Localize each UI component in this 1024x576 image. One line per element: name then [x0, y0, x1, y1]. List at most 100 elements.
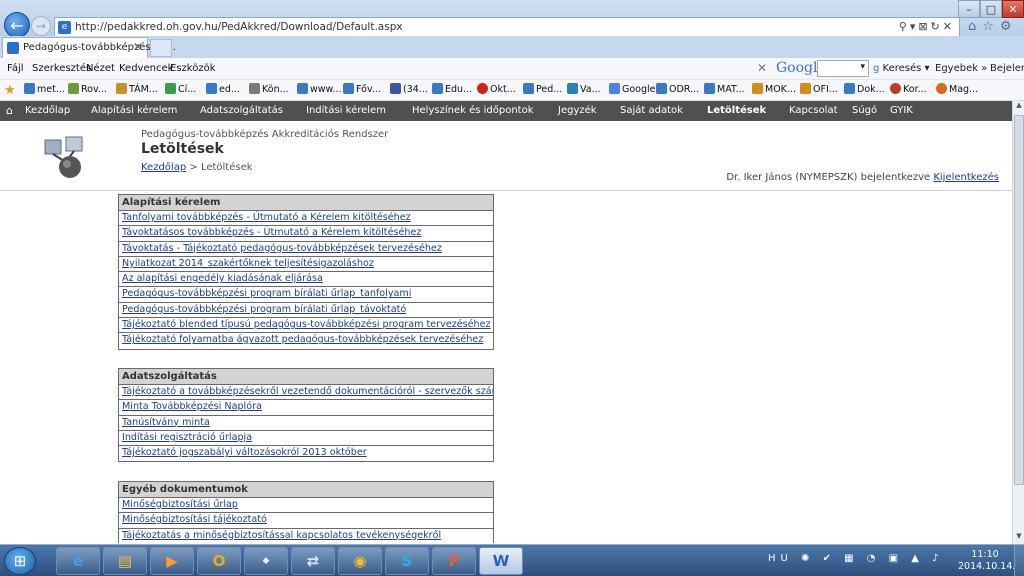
page-icon [249, 83, 260, 94]
fav-item[interactable]: Dok... [844, 83, 885, 95]
downloads-content: Alapítási kérelem Tanfolyami továbbképzé… [0, 192, 1012, 543]
nav-sajat-adatok[interactable]: Saját adatok [620, 105, 683, 116]
download-link[interactable]: Távoktatásos továbbképzés - Útmutató a K… [122, 227, 421, 238]
fav-item[interactable]: www... [297, 83, 342, 95]
google-search-button[interactable]: g Keresés ▾ [873, 63, 930, 74]
fav-item[interactable]: ODR... [656, 83, 699, 95]
back-button[interactable]: ← [4, 12, 30, 38]
taskbar-sync-icon[interactable]: ⇄ [291, 547, 335, 575]
nav-inditasi-kerelem[interactable]: Indítási kérelem [306, 105, 386, 116]
download-link[interactable]: Tanúsítvány minta [122, 417, 210, 428]
fav-item[interactable]: Mag... [936, 83, 978, 95]
menu-file[interactable]: Fájl [7, 63, 24, 74]
google-search-input[interactable]: ▾ [817, 60, 869, 77]
download-link[interactable]: Tájékoztató blended típusú pedagógus-tov… [122, 319, 491, 330]
fav-item[interactable]: Ped... [523, 83, 562, 95]
taskbar-media-icon[interactable]: ▶ [150, 547, 194, 575]
fav-item[interactable]: Google [609, 83, 656, 95]
forward-button[interactable]: → [31, 16, 51, 36]
show-desktop-button[interactable] [1014, 545, 1024, 576]
fav-item[interactable]: Kön... [249, 83, 289, 95]
clock[interactable]: 11:10 2014.10.14. [958, 549, 1015, 573]
tab-close-icon[interactable]: ✕ [133, 40, 143, 54]
download-link[interactable]: Tájékoztató folyamatba ágyazott pedagógu… [122, 334, 483, 345]
tab-active[interactable]: Pedagógus-továbbképzés Ak... ✕ [2, 37, 176, 58]
tab-bar: Pedagógus-továbbképzés Ak... ✕ [0, 36, 1024, 58]
window-close-button[interactable]: ✕ [1002, 0, 1024, 18]
vertical-scrollbar[interactable]: ▲ ▼ [1012, 101, 1024, 544]
scroll-up-icon[interactable]: ▲ [1014, 101, 1024, 113]
list-item: Nyilatkozat 2014_szakértőknek teljesítés… [119, 257, 493, 273]
nav-letoltesek[interactable]: Letöltések [707, 105, 766, 116]
address-url[interactable]: http://pedakkred.oh.gov.hu/PedAkkred/Dow… [75, 21, 403, 33]
home-icon[interactable]: ⌂ [6, 104, 13, 117]
fav-item[interactable]: (34... [390, 83, 428, 95]
fav-item[interactable]: Va... [567, 83, 601, 95]
download-link[interactable]: Az alapítási engedély kiadásának eljárás… [122, 273, 323, 284]
taskbar-outlook-icon[interactable]: O [197, 547, 241, 575]
download-link[interactable]: Tájékoztató a továbbképzésekről vezetend… [122, 386, 493, 397]
fav-item[interactable]: OFI... [800, 83, 838, 95]
fav-item[interactable]: Főv... [343, 83, 381, 95]
nav-gyik[interactable]: GYIK [890, 105, 913, 116]
fav-item[interactable]: Okt... [477, 83, 516, 95]
toolbar-close-icon[interactable]: ✕ [757, 61, 767, 75]
logout-link[interactable]: Kijelentkezés [933, 172, 999, 183]
download-link[interactable]: Pedagógus-továbbképzési program bírálati… [122, 288, 411, 299]
minimize-button[interactable]: – [958, 0, 980, 18]
taskbar-chrome-icon[interactable]: ◉ [338, 547, 382, 575]
download-link[interactable]: Pedagógus-továbbképzési program bírálati… [122, 304, 406, 315]
new-tab-button[interactable] [150, 39, 172, 57]
fav-item[interactable]: Edu... [432, 83, 472, 95]
download-link[interactable]: Tájékoztatás a minőségbiztosítással kapc… [122, 530, 441, 541]
download-link[interactable]: Indítási regisztráció űrlapja [122, 432, 252, 443]
menu-favorites[interactable]: Kedvencek [119, 63, 173, 74]
menu-edit[interactable]: Szerkesztés [32, 63, 91, 74]
taskbar-explorer-icon[interactable]: ▤ [103, 547, 147, 575]
taskbar-skype-icon[interactable]: S [385, 547, 429, 575]
download-link[interactable]: Minőségbiztosítási űrlap [122, 499, 238, 510]
taskbar-word-icon[interactable]: W [479, 547, 523, 575]
fav-item[interactable]: Kor... [890, 83, 927, 95]
download-link[interactable]: Távoktatás - Tájékoztató pedagógus-továb… [122, 243, 442, 254]
download-link[interactable]: Tanfolyami továbbképzés - Útmutató a Kér… [122, 212, 411, 223]
nav-kapcsolat[interactable]: Kapcsolat [789, 105, 838, 116]
favorites-star-icon[interactable]: ★ [4, 83, 16, 98]
address-tools-icons[interactable]: ⚲▾⊠↻✕ [899, 20, 955, 33]
taskbar-powerpoint-icon[interactable]: P [432, 547, 476, 575]
start-button[interactable]: ⊞ [4, 547, 36, 575]
scrollbar-thumb[interactable] [1014, 115, 1024, 485]
scroll-down-icon[interactable]: ▼ [1014, 532, 1024, 544]
menu-tools[interactable]: Eszközök [170, 63, 216, 74]
nav-adatszolgaltatas[interactable]: Adatszolgáltatás [200, 105, 283, 116]
download-link[interactable]: Tájékoztató jogszabályi változásokról 20… [122, 447, 367, 458]
menu-view[interactable]: Nézet [86, 63, 115, 74]
system-tray[interactable]: HU ✺ ✔ ▦ ◔ ▣ ▲ ♪ [768, 553, 944, 564]
language-indicator[interactable]: HU [768, 553, 793, 564]
page-icon [656, 83, 667, 94]
nav-jegyzek[interactable]: Jegyzék [558, 105, 597, 116]
nav-alapitasi-kerelem[interactable]: Alapítási kérelem [91, 105, 177, 116]
chevron-down-icon[interactable]: ▾ [860, 62, 865, 72]
fav-item[interactable]: MAT... [704, 83, 745, 95]
sign-in-button[interactable]: Bejelentk [990, 63, 1024, 74]
nav-sugo[interactable]: Súgó [852, 105, 877, 116]
fav-item[interactable]: met... [24, 83, 65, 95]
breadcrumb-home-link[interactable]: Kezdőlap [141, 162, 186, 173]
download-link[interactable]: Nyilatkozat 2014_szakértőknek teljesítés… [122, 258, 374, 269]
fav-item[interactable]: Rov... [68, 83, 107, 95]
download-link[interactable]: Minta Továbbképzési Naplóra [122, 401, 262, 412]
address-bar[interactable]: e http://pedakkred.oh.gov.hu/PedAkkred/D… [54, 17, 960, 38]
more-button[interactable]: Egyebek » [935, 63, 987, 74]
maximize-button[interactable]: □ [980, 0, 1002, 18]
taskbar-ie-icon[interactable]: e [56, 547, 100, 575]
fav-item[interactable]: TÁM... [116, 83, 158, 95]
home-star-gear-icons[interactable]: ⌂☆⚙ [968, 19, 1018, 34]
nav-helyszinek[interactable]: Helyszínek és időpontok [412, 105, 533, 116]
nav-kezdolap[interactable]: Kezdőlap [25, 105, 70, 116]
fav-item[interactable]: Cí... [165, 83, 196, 95]
fav-item[interactable]: ed... [206, 83, 240, 95]
taskbar-marc-icon[interactable]: ◆ [244, 547, 288, 575]
fav-item[interactable]: MOK... [752, 83, 796, 95]
download-link[interactable]: Minőségbiztosítási tájékoztató [122, 514, 267, 525]
